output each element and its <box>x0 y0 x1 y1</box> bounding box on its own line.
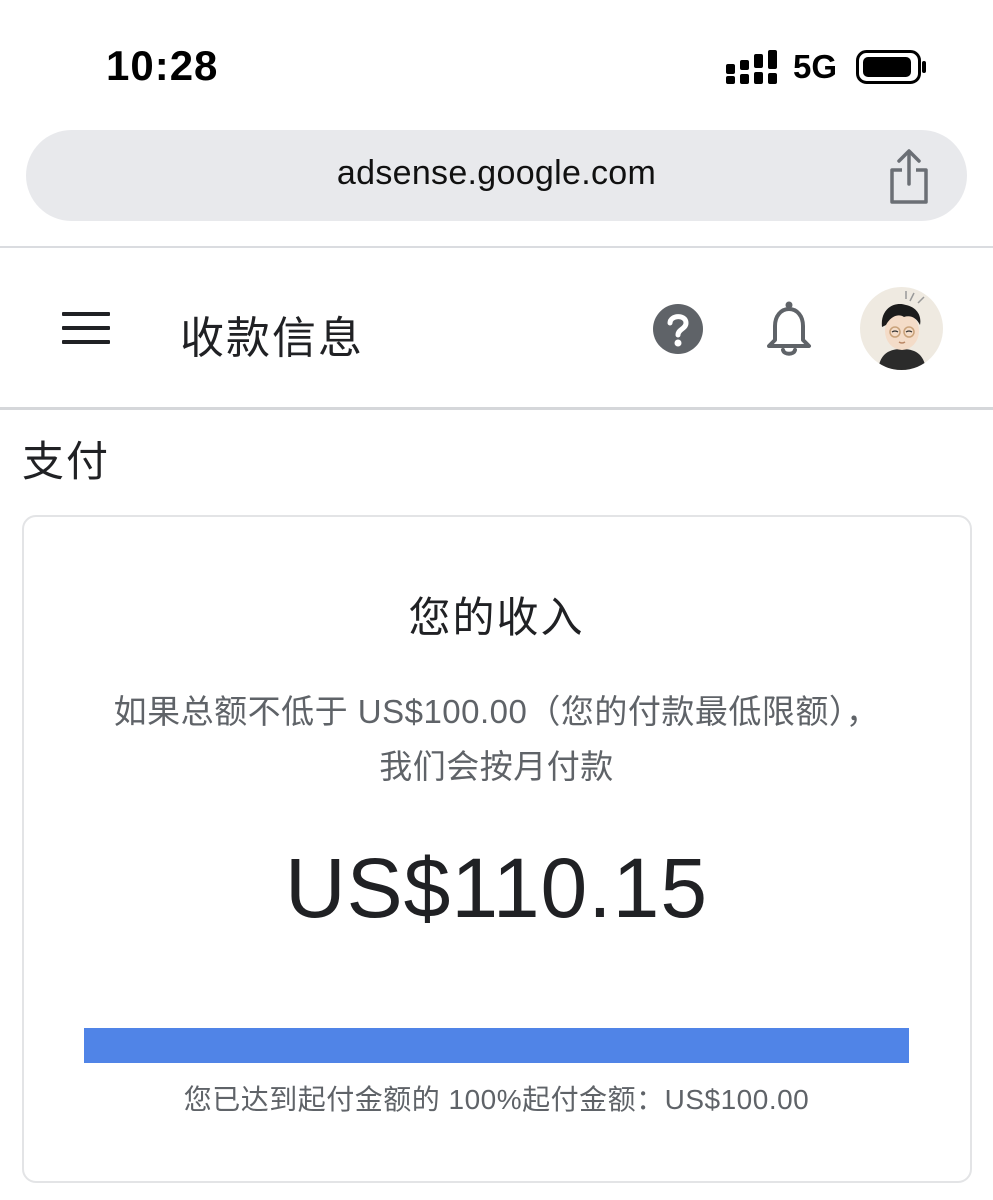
app-header <box>0 248 993 408</box>
bell-icon[interactable] <box>765 300 813 356</box>
earnings-amount: US$110.15 <box>284 841 709 935</box>
signal-icon <box>726 50 777 84</box>
url-bar[interactable]: adsense.google.com <box>26 130 967 221</box>
divider <box>0 407 993 410</box>
payment-progress-bar <box>84 1028 909 1063</box>
share-icon[interactable] <box>884 148 934 206</box>
page: 10:28 5G adsense.google.com 收款信息 支付 您的收入… <box>0 0 993 1200</box>
progress-caption: 您已达到起付金额的 100%起付金额：US$100.00 <box>183 1084 810 1115</box>
payment-threshold-description: 如果总额不低于 US$100.00（您的付款最低限额），我们会按月付款 <box>113 693 880 785</box>
menu-icon[interactable] <box>62 308 112 348</box>
page-title: 收款信息 <box>180 314 364 363</box>
avatar[interactable] <box>860 287 943 370</box>
payment-progress-fill <box>84 1028 909 1063</box>
network-type: 5G <box>793 48 838 85</box>
card-title: 您的收入 <box>408 594 585 641</box>
avatar-illustration-icon <box>878 291 926 370</box>
status-time: 10:28 <box>106 42 219 89</box>
help-icon[interactable] <box>652 303 704 355</box>
battery-icon <box>856 50 926 84</box>
section-title: 支付 <box>22 438 111 485</box>
url-text: adsense.google.com <box>336 154 657 192</box>
